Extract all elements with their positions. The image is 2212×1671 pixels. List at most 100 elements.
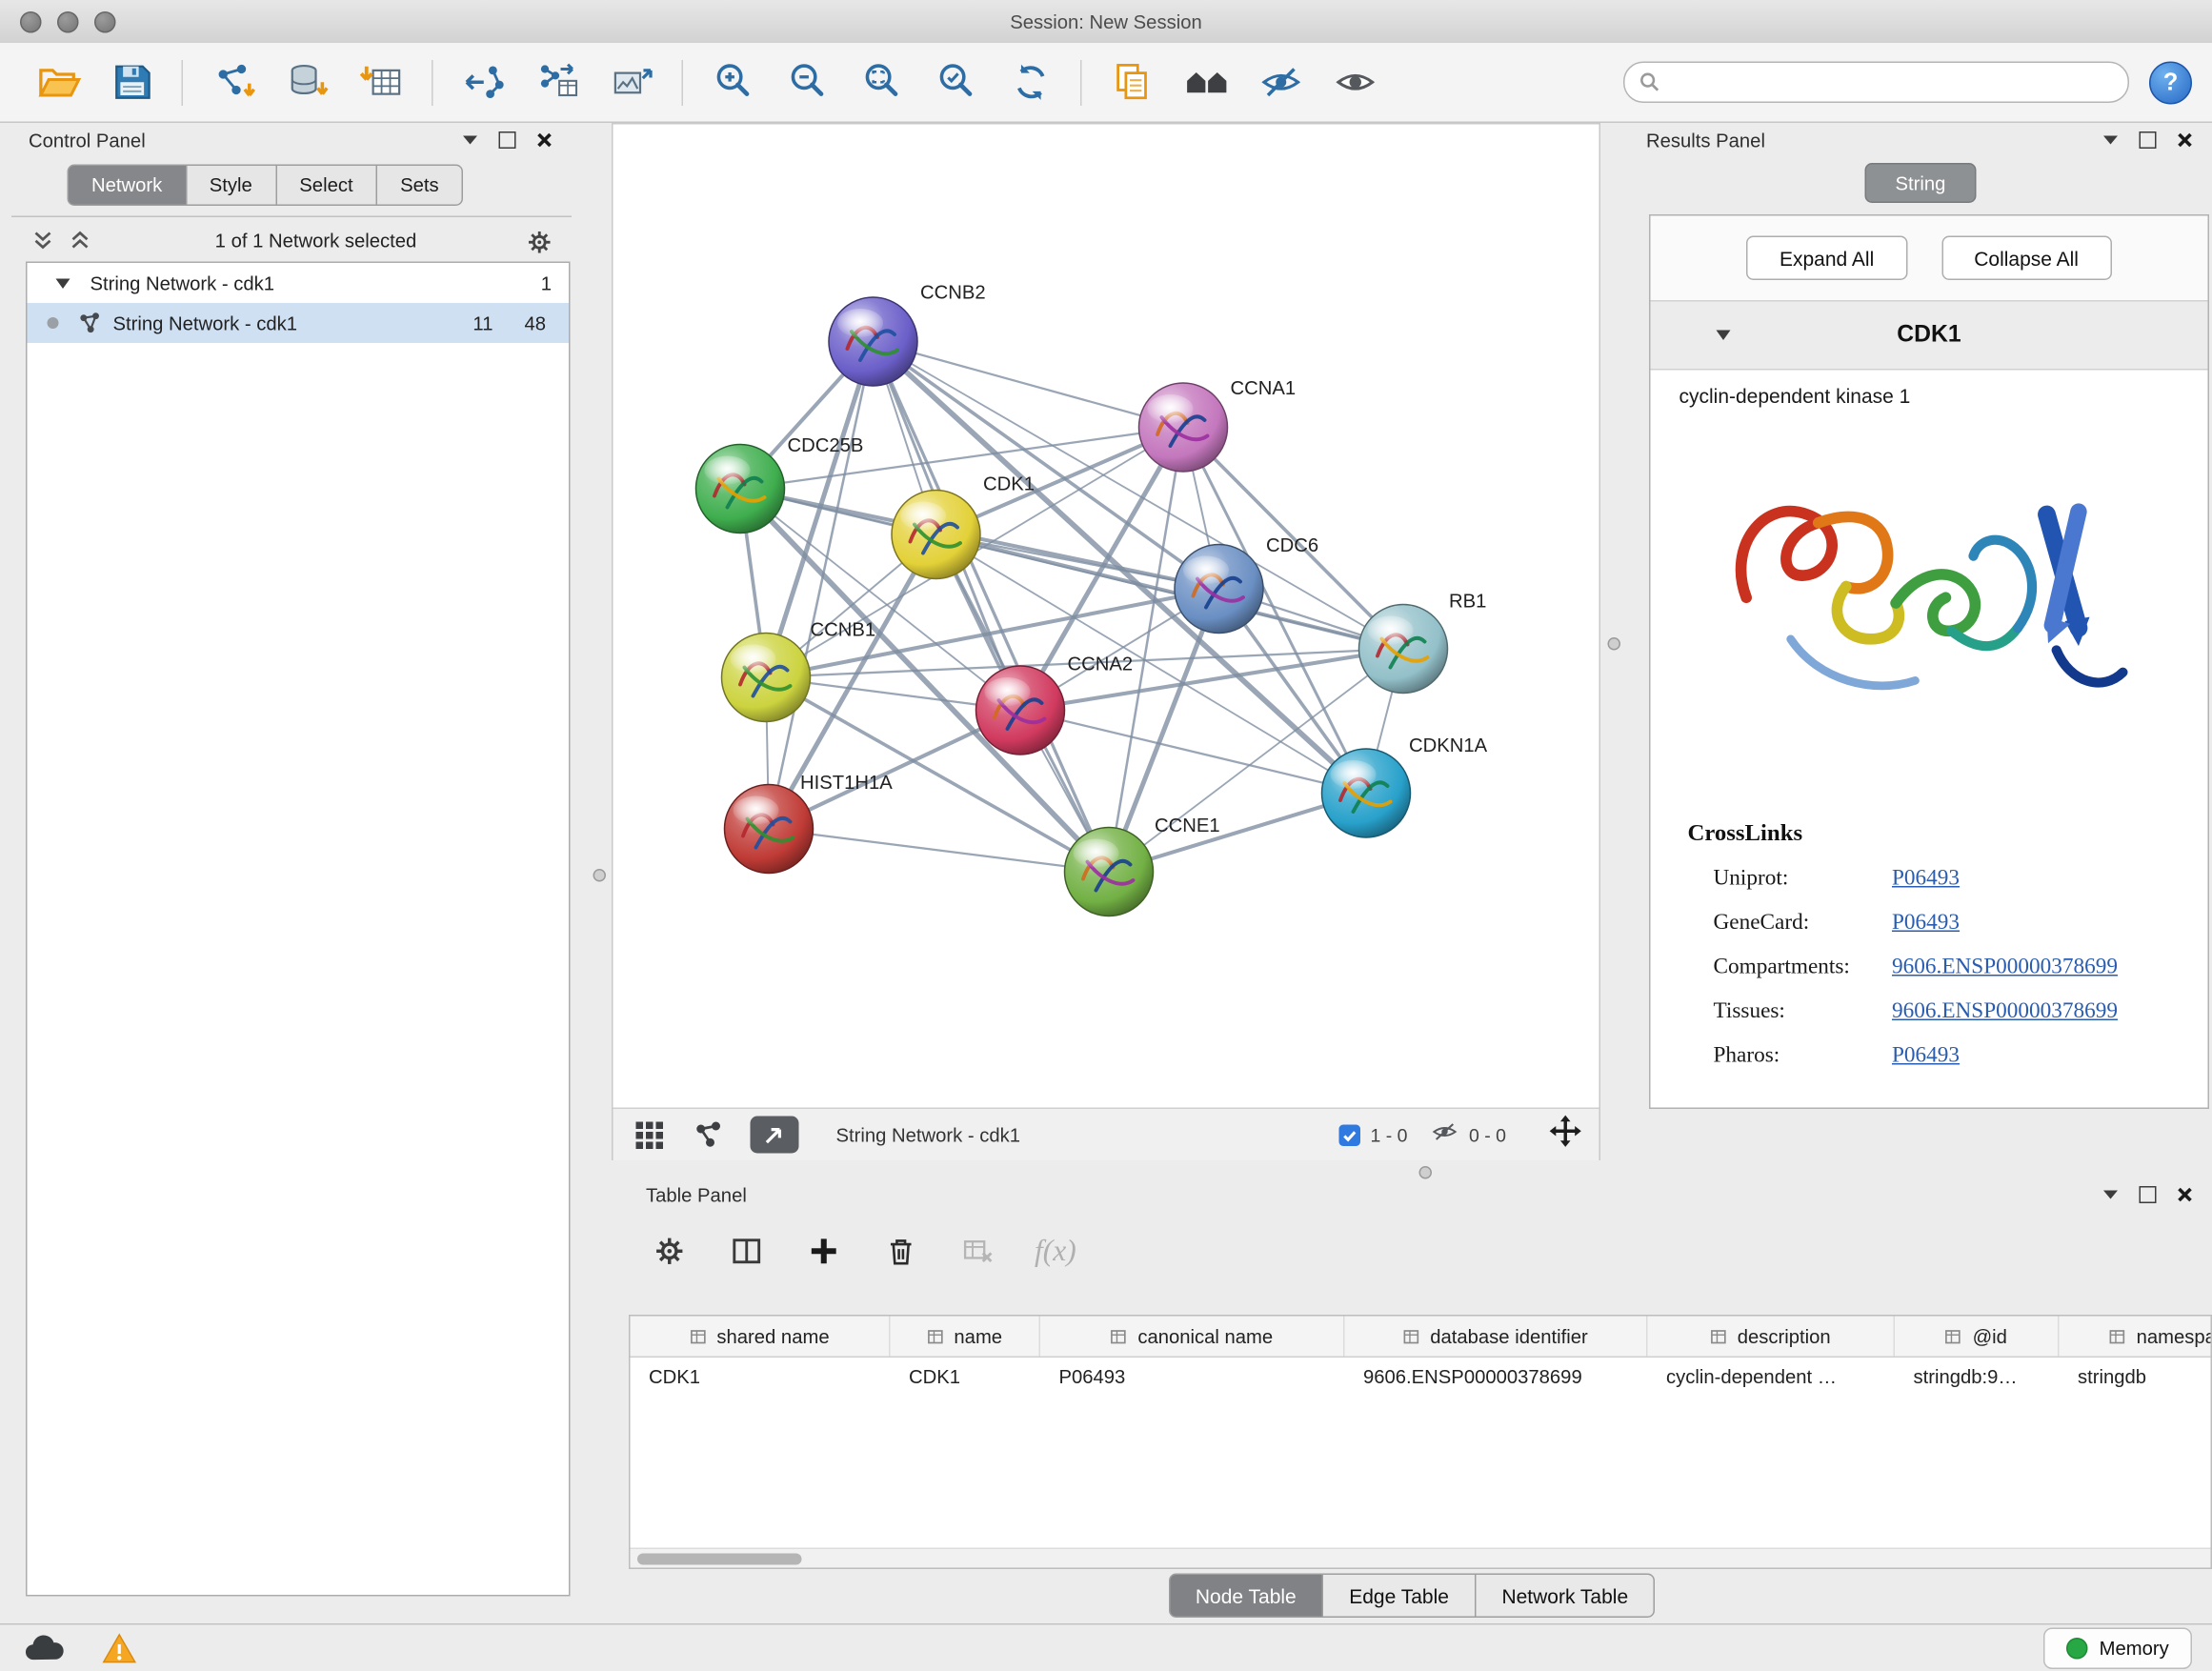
selected-nodes-checkbox[interactable] (1338, 1124, 1360, 1146)
zoom-out-icon[interactable] (780, 55, 835, 110)
table-cell[interactable]: P06493 (1040, 1366, 1345, 1388)
horizontal-splitter-handle[interactable] (1419, 1166, 1433, 1179)
network-node-CDC25B[interactable] (696, 445, 785, 534)
export-view-button[interactable] (751, 1117, 799, 1154)
table-cell[interactable]: CDK1 (891, 1366, 1041, 1388)
search-input[interactable] (1660, 70, 2114, 95)
import-network-from-file-icon[interactable] (206, 55, 260, 110)
copy-document-icon[interactable] (1105, 55, 1159, 110)
close-panel-icon[interactable] (2175, 131, 2195, 151)
close-window-icon[interactable] (20, 11, 42, 33)
save-session-icon[interactable] (105, 55, 159, 110)
node-table: shared namenamecanonical namedatabase id… (629, 1315, 2212, 1569)
network-node-CCNB2[interactable] (829, 297, 917, 386)
column-header-name[interactable]: name (891, 1317, 1041, 1357)
collapse-panel-icon[interactable] (2101, 131, 2121, 151)
warning-icon[interactable] (94, 1629, 143, 1666)
pan-move-icon[interactable] (1549, 1115, 1582, 1155)
crosslink-label: Pharos: (1714, 1042, 1893, 1068)
network-from-selection-icon[interactable] (456, 55, 511, 110)
column-header-canonical-name[interactable]: canonical name (1040, 1317, 1345, 1357)
network-node-RB1[interactable] (1359, 605, 1448, 694)
collection-expand-icon[interactable] (56, 278, 70, 289)
hide-selected-eye-slash-icon[interactable] (1254, 55, 1308, 110)
float-panel-icon[interactable] (497, 131, 517, 151)
memory-button[interactable]: Memory (2043, 1627, 2192, 1669)
tab-style[interactable]: Style (187, 165, 277, 207)
table-cell[interactable]: 9606.ENSP00000378699 (1345, 1366, 1648, 1388)
export-table-icon[interactable] (531, 55, 585, 110)
tab-network[interactable]: Network (68, 165, 187, 207)
minimize-window-icon[interactable] (57, 11, 79, 33)
cloud-icon[interactable] (20, 1629, 69, 1666)
close-panel-icon[interactable] (534, 131, 554, 151)
show-columns-icon[interactable] (726, 1231, 766, 1271)
table-cell[interactable]: stringdb (2060, 1366, 2212, 1388)
collapse-all-networks-icon[interactable] (31, 229, 57, 252)
tab-edge-table[interactable]: Edge Table (1323, 1574, 1476, 1619)
refresh-layout-icon[interactable] (1003, 55, 1057, 110)
crosslink-link[interactable]: P06493 (1892, 910, 1960, 936)
tab-select[interactable]: Select (276, 165, 377, 207)
tab-sets[interactable]: Sets (377, 165, 463, 207)
export-image-icon[interactable] (605, 55, 659, 110)
table-row[interactable]: CDK1CDK1P064939606.ENSP00000378699cyclin… (631, 1358, 2211, 1397)
zoom-fit-content-icon[interactable] (855, 55, 909, 110)
network-row-selected[interactable]: String Network - cdk1 11 48 (28, 303, 570, 343)
home-overview-icon[interactable] (1179, 55, 1234, 110)
network-options-gear-icon[interactable] (526, 229, 552, 252)
import-network-from-database-icon[interactable] (280, 55, 334, 110)
network-node-CCNA1[interactable] (1139, 383, 1228, 472)
crosslink-link[interactable]: 9606.ENSP00000378699 (1892, 998, 2118, 1024)
crosslink-link[interactable]: 9606.ENSP00000378699 (1892, 954, 2118, 979)
table-settings-gear-icon[interactable] (649, 1231, 689, 1271)
tab-network-table[interactable]: Network Table (1476, 1574, 1655, 1619)
collapse-panel-icon[interactable] (2101, 1185, 2121, 1205)
import-table-from-file-icon[interactable] (354, 55, 409, 110)
node-label-CCNB2: CCNB2 (920, 283, 986, 304)
protein-section-header[interactable]: CDK1 (1651, 302, 2208, 371)
tab-node-table[interactable]: Node Table (1168, 1574, 1323, 1619)
zoom-in-icon[interactable] (706, 55, 760, 110)
float-panel-icon[interactable] (2138, 131, 2158, 151)
section-expand-icon[interactable] (1717, 331, 1731, 341)
expand-all-networks-icon[interactable] (69, 229, 94, 252)
network-collection-row[interactable]: String Network - cdk1 1 (28, 263, 570, 303)
column-header-database-identifier[interactable]: database identifier (1345, 1317, 1648, 1357)
zoom-window-icon[interactable] (94, 11, 116, 33)
network-node-CDC6[interactable] (1175, 545, 1263, 634)
table-cell[interactable]: CDK1 (631, 1366, 891, 1388)
collapse-all-button[interactable]: Collapse All (1941, 236, 2112, 281)
network-node-CDK1[interactable] (892, 491, 980, 579)
column-header-shared-name[interactable]: shared name (631, 1317, 891, 1357)
column-header-description[interactable]: description (1648, 1317, 1896, 1357)
crosslink-link[interactable]: P06493 (1892, 865, 1960, 891)
right-splitter-handle[interactable] (1608, 637, 1621, 651)
expand-all-button[interactable]: Expand All (1746, 236, 1906, 281)
tab-string[interactable]: String (1865, 163, 1977, 203)
table-cell[interactable]: stringdb:9… (1895, 1366, 2060, 1388)
collapse-panel-icon[interactable] (460, 131, 480, 151)
float-panel-icon[interactable] (2138, 1185, 2158, 1205)
add-column-icon[interactable] (803, 1231, 843, 1271)
zoom-selected-icon[interactable] (929, 55, 983, 110)
network-node-CCNA2[interactable] (976, 666, 1065, 755)
network-node-CCNE1[interactable] (1065, 828, 1154, 916)
help-icon[interactable]: ? (2149, 61, 2192, 104)
network-canvas[interactable]: CCNB2CCNA1CDC25BCDK1CDC6RB1CCNB1CCNA2CDK… (613, 125, 1599, 1108)
left-splitter-handle[interactable] (593, 869, 607, 882)
crosslink-link[interactable]: P06493 (1892, 1042, 1960, 1068)
open-session-icon[interactable] (30, 55, 85, 110)
column-header-namespace[interactable]: namespace (2060, 1317, 2212, 1357)
show-all-eye-icon[interactable] (1328, 55, 1382, 110)
close-panel-icon[interactable] (2175, 1185, 2195, 1205)
network-node-CDKN1A[interactable] (1322, 749, 1411, 837)
scrollbar-thumb[interactable] (637, 1553, 802, 1564)
grid-view-icon[interactable] (631, 1117, 668, 1154)
table-cell[interactable]: cyclin-dependent … (1648, 1366, 1896, 1388)
column-header-@id[interactable]: @id (1895, 1317, 2060, 1357)
delete-column-trash-icon[interactable] (880, 1231, 920, 1271)
network-node-CCNB1[interactable] (722, 634, 811, 722)
share-network-icon[interactable] (691, 1117, 728, 1154)
network-node-HIST1H1A[interactable] (725, 785, 814, 874)
